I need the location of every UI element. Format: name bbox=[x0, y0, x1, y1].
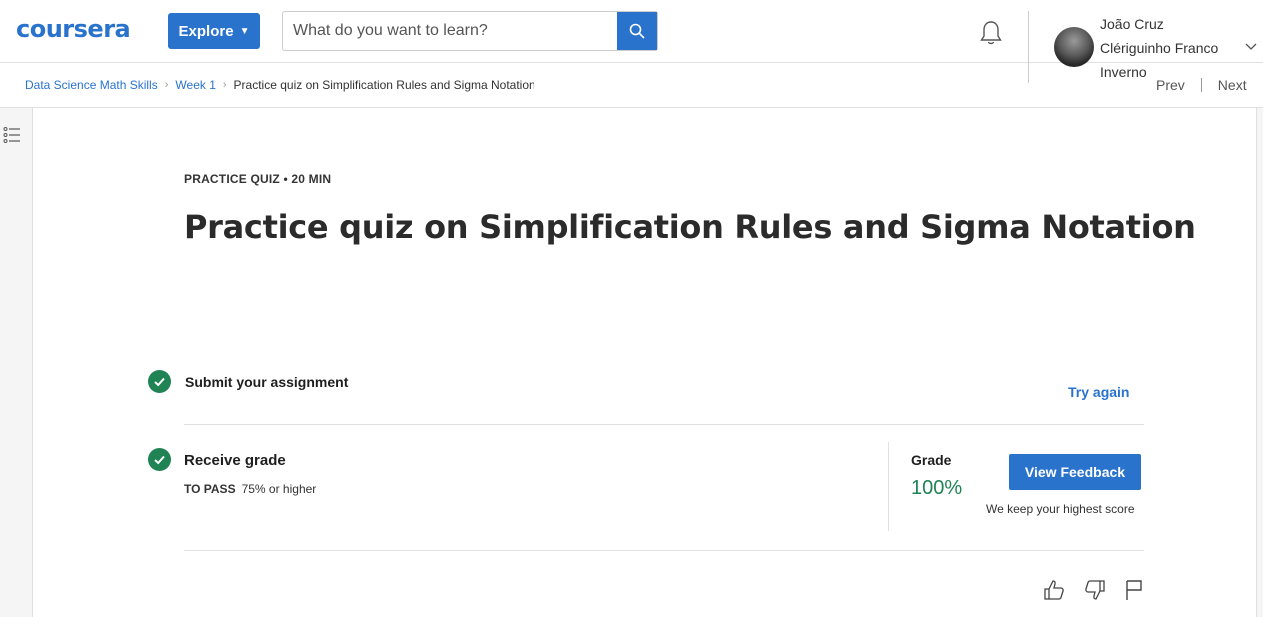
next-link[interactable]: Next bbox=[1218, 77, 1247, 93]
search-bar bbox=[282, 11, 658, 51]
checkmark-icon bbox=[148, 370, 171, 393]
nav-divider bbox=[1200, 78, 1202, 92]
to-pass-info: TO PASS 75% or higher bbox=[184, 482, 316, 496]
breadcrumb-item-week[interactable]: Week 1 bbox=[175, 78, 215, 92]
submit-assignment-label: Submit your assignment bbox=[185, 374, 349, 390]
to-pass-label: TO PASS bbox=[184, 482, 236, 496]
notifications-bell-icon[interactable] bbox=[976, 18, 1006, 48]
chevron-down-icon: ▼ bbox=[239, 25, 250, 37]
chevron-down-icon[interactable] bbox=[1244, 40, 1258, 54]
section-divider bbox=[184, 550, 1144, 551]
page-title: Practice quiz on Simplification Rules an… bbox=[184, 208, 1196, 246]
explore-label: Explore bbox=[178, 22, 234, 40]
search-icon bbox=[629, 23, 645, 39]
prev-next-nav: Prev Next bbox=[1156, 77, 1247, 93]
avatar[interactable] bbox=[1054, 27, 1094, 67]
coursera-logo[interactable]: coursera bbox=[16, 15, 131, 43]
breadcrumb: Data Science Math Skills › Week 1 › Prac… bbox=[25, 78, 534, 92]
thumbs-down-icon[interactable] bbox=[1083, 578, 1107, 602]
right-scrollbar[interactable] bbox=[1256, 108, 1263, 617]
header-divider-line bbox=[0, 107, 1263, 108]
grade-value: 100% bbox=[911, 477, 963, 499]
user-name-line1: João Cruz bbox=[1100, 16, 1164, 32]
chevron-right-icon: › bbox=[222, 79, 227, 91]
to-pass-value: 75% or higher bbox=[241, 482, 317, 496]
receive-grade-label: Receive grade bbox=[184, 452, 286, 469]
top-navigation-bar: coursera Explore ▼ João Cruz Clériguinho… bbox=[0, 0, 1263, 83]
try-again-link[interactable]: Try again bbox=[1068, 384, 1129, 400]
grade-label: Grade bbox=[911, 452, 952, 468]
thumbs-up-icon[interactable] bbox=[1042, 578, 1066, 602]
search-input[interactable] bbox=[283, 12, 617, 50]
list-toggle-icon[interactable] bbox=[3, 126, 21, 144]
grade-divider bbox=[888, 442, 889, 531]
flag-icon[interactable] bbox=[1122, 578, 1146, 602]
user-name[interactable]: João Cruz Clériguinho Franco Inverno bbox=[1100, 12, 1235, 84]
highest-score-note: We keep your highest score bbox=[986, 502, 1135, 516]
search-button[interactable] bbox=[617, 12, 657, 50]
user-name-line2: Clériguinho Franco bbox=[1100, 40, 1219, 56]
chevron-right-icon: › bbox=[164, 79, 169, 91]
prev-link[interactable]: Prev bbox=[1156, 77, 1185, 93]
quiz-kicker: PRACTICE QUIZ • 20 MIN bbox=[184, 172, 332, 186]
view-feedback-button[interactable]: View Feedback bbox=[1009, 454, 1141, 490]
breadcrumb-current: Practice quiz on Simplification Rules an… bbox=[233, 78, 534, 92]
explore-button[interactable]: Explore ▼ bbox=[168, 13, 260, 49]
left-sidebar-rail bbox=[0, 108, 33, 617]
breadcrumb-item-course[interactable]: Data Science Math Skills bbox=[25, 78, 158, 92]
header-divider bbox=[1028, 11, 1029, 83]
section-divider bbox=[184, 424, 1144, 425]
checkmark-icon bbox=[148, 448, 171, 471]
